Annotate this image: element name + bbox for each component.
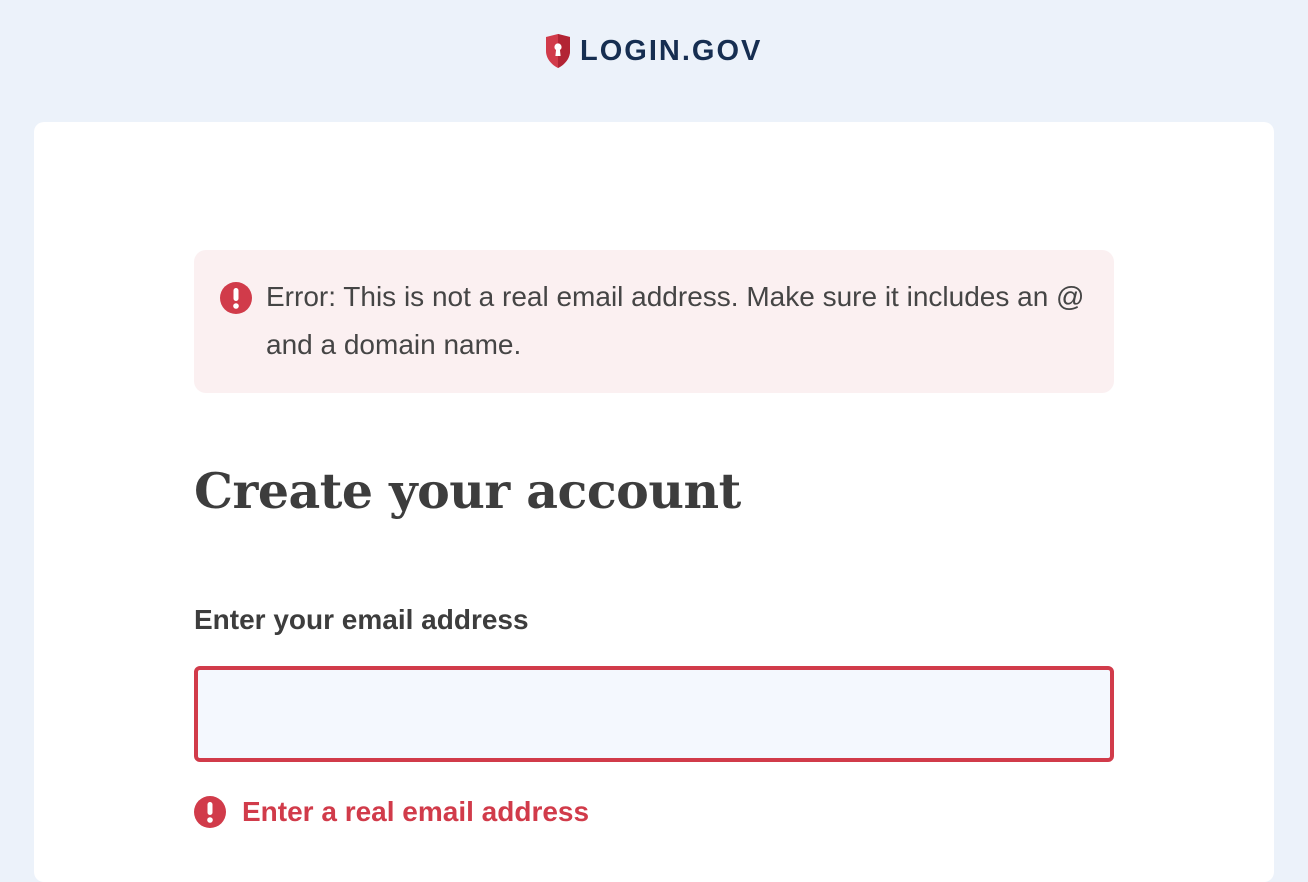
site-header: LOGIN.GOV [0, 0, 1308, 122]
email-field-error: Enter a real email address [194, 792, 589, 832]
login-gov-home-link[interactable]: LOGIN.GOV [545, 33, 762, 69]
email-field-error-text: Enter a real email address [242, 796, 590, 827]
email-field-label: Enter your email address [194, 604, 529, 635]
exclamation-circle-icon [220, 282, 252, 314]
main-card: Error: This is not a real email address.… [34, 122, 1274, 882]
error-alert-message: Error: This is not a real email address.… [266, 281, 1085, 360]
brand-wordmark: LOGIN.GOV [580, 35, 763, 67]
page-title: Create your account [194, 462, 741, 520]
error-alert: Error: This is not a real email address.… [194, 250, 1114, 393]
email-field[interactable] [194, 666, 1114, 762]
shield-keyhole-icon [546, 34, 570, 68]
exclamation-circle-icon [194, 796, 226, 828]
